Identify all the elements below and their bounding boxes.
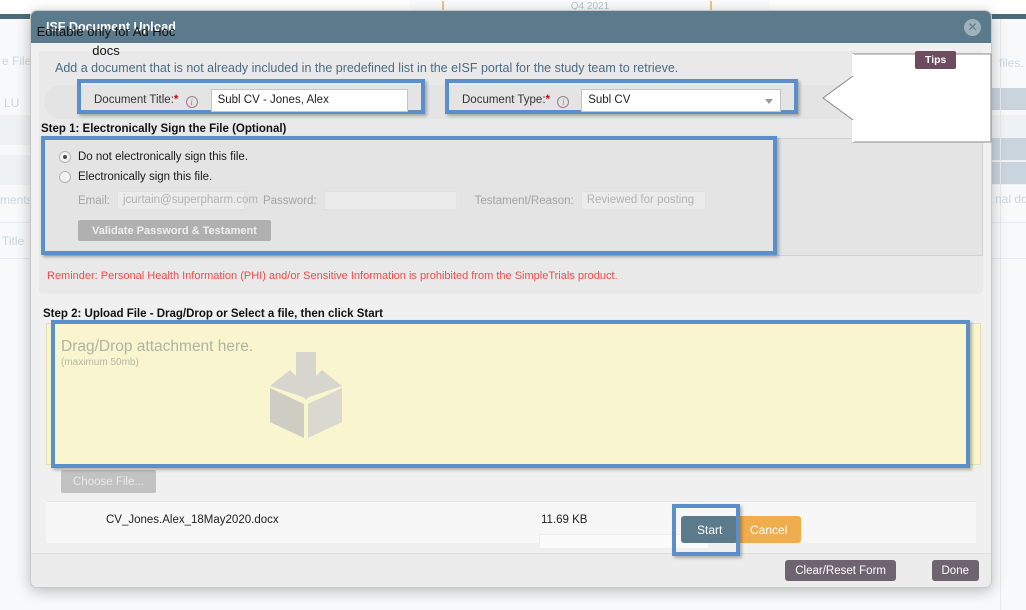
info-icon[interactable]: i: [557, 95, 570, 108]
radio-row-sign[interactable]: Electronically sign this file.: [59, 171, 968, 183]
step2-section: Step 2: Upload File - Drag/Drop or Selec…: [41, 304, 981, 556]
background-text: LU: [4, 96, 20, 110]
email-label: Email:: [78, 194, 110, 207]
table-row: CV_Jones.Alex_18May2020.docx 11.69 KB St…: [46, 501, 976, 556]
radio-row-do-not-sign[interactable]: Do not electronically sign this file.: [59, 151, 968, 163]
document-type-value: Subl CV: [588, 94, 631, 106]
timeline-tick: [710, 1, 712, 10]
testament-field[interactable]: Reviewed for posting: [580, 191, 706, 210]
signature-credentials-row: Email: jcurtain@superpharm.com Password:…: [59, 191, 968, 210]
validate-password-button[interactable]: Validate Password & Testament: [78, 220, 271, 241]
document-type-select[interactable]: Subl CV: [581, 89, 782, 112]
tips-badge[interactable]: Tips: [915, 51, 957, 69]
document-type-field: Document Type:* i Subl CV: [462, 89, 782, 112]
done-button[interactable]: Done: [931, 560, 979, 581]
document-type-label: Document Type:* i: [462, 93, 570, 108]
cancel-upload-button[interactable]: Cancel: [736, 516, 802, 543]
close-icon[interactable]: ✕: [964, 19, 981, 36]
dropzone-title: Drag/Drop attachment here.: [61, 338, 254, 355]
step2-heading: Step 2: Upload File - Drag/Drop or Selec…: [43, 308, 383, 320]
background-cell: [990, 162, 1026, 184]
radio-do-not-sign-label: Do not electronically sign this file.: [78, 151, 249, 163]
timeline-tick: [442, 1, 444, 10]
dialog-footer: Clear/Reset Form Done: [31, 553, 991, 587]
document-title-label: Document Title:* i: [94, 94, 198, 108]
radio-sign[interactable]: [59, 171, 71, 183]
password-field[interactable]: [323, 191, 457, 210]
background-text: nal docu: [995, 192, 1026, 206]
email-field[interactable]: jcurtain@superpharm.com: [116, 191, 258, 210]
phi-reminder-text: Reminder: Personal Health Information (P…: [47, 270, 618, 282]
background-text: Title: [2, 234, 25, 248]
document-title-field: Document Title:* i Subl CV - Jones, Alex: [94, 89, 408, 112]
background-text: ments: [0, 193, 33, 207]
choose-file-button[interactable]: Choose File...: [61, 470, 156, 493]
uploaded-file-size: 11.69 KB: [541, 514, 588, 526]
chevron-down-icon: [765, 99, 774, 104]
background-divider: [1000, 19, 1001, 610]
info-icon[interactable]: i: [185, 95, 198, 108]
start-upload-button[interactable]: Start: [681, 516, 739, 543]
uploaded-file-name: CV_Jones.Alex_18May2020.docx: [106, 514, 279, 526]
password-label: Password:: [262, 194, 317, 207]
dropzone-subtitle: (maximum 50mb): [61, 357, 139, 368]
required-marker: *: [173, 93, 179, 106]
testament-label: Testament/Reason:: [474, 194, 574, 207]
required-marker: *: [545, 93, 551, 106]
file-dropzone[interactable]: Drag/Drop attachment here. (maximum 50mb…: [46, 323, 981, 465]
background-text: files.: [999, 56, 1024, 70]
clear-reset-form-button[interactable]: Clear/Reset Form: [785, 560, 896, 581]
box-download-icon: [270, 352, 342, 438]
radio-do-not-sign[interactable]: [59, 151, 71, 163]
radio-sign-label: Electronically sign this file.: [78, 171, 213, 183]
callout-text: Editable only for Ad Hoc docs: [36, 24, 176, 58]
step1-panel: Do not electronically sign this file. El…: [44, 138, 983, 256]
document-title-input[interactable]: Subl CV - Jones, Alex: [210, 89, 408, 112]
callout-arrow: [822, 53, 992, 143]
